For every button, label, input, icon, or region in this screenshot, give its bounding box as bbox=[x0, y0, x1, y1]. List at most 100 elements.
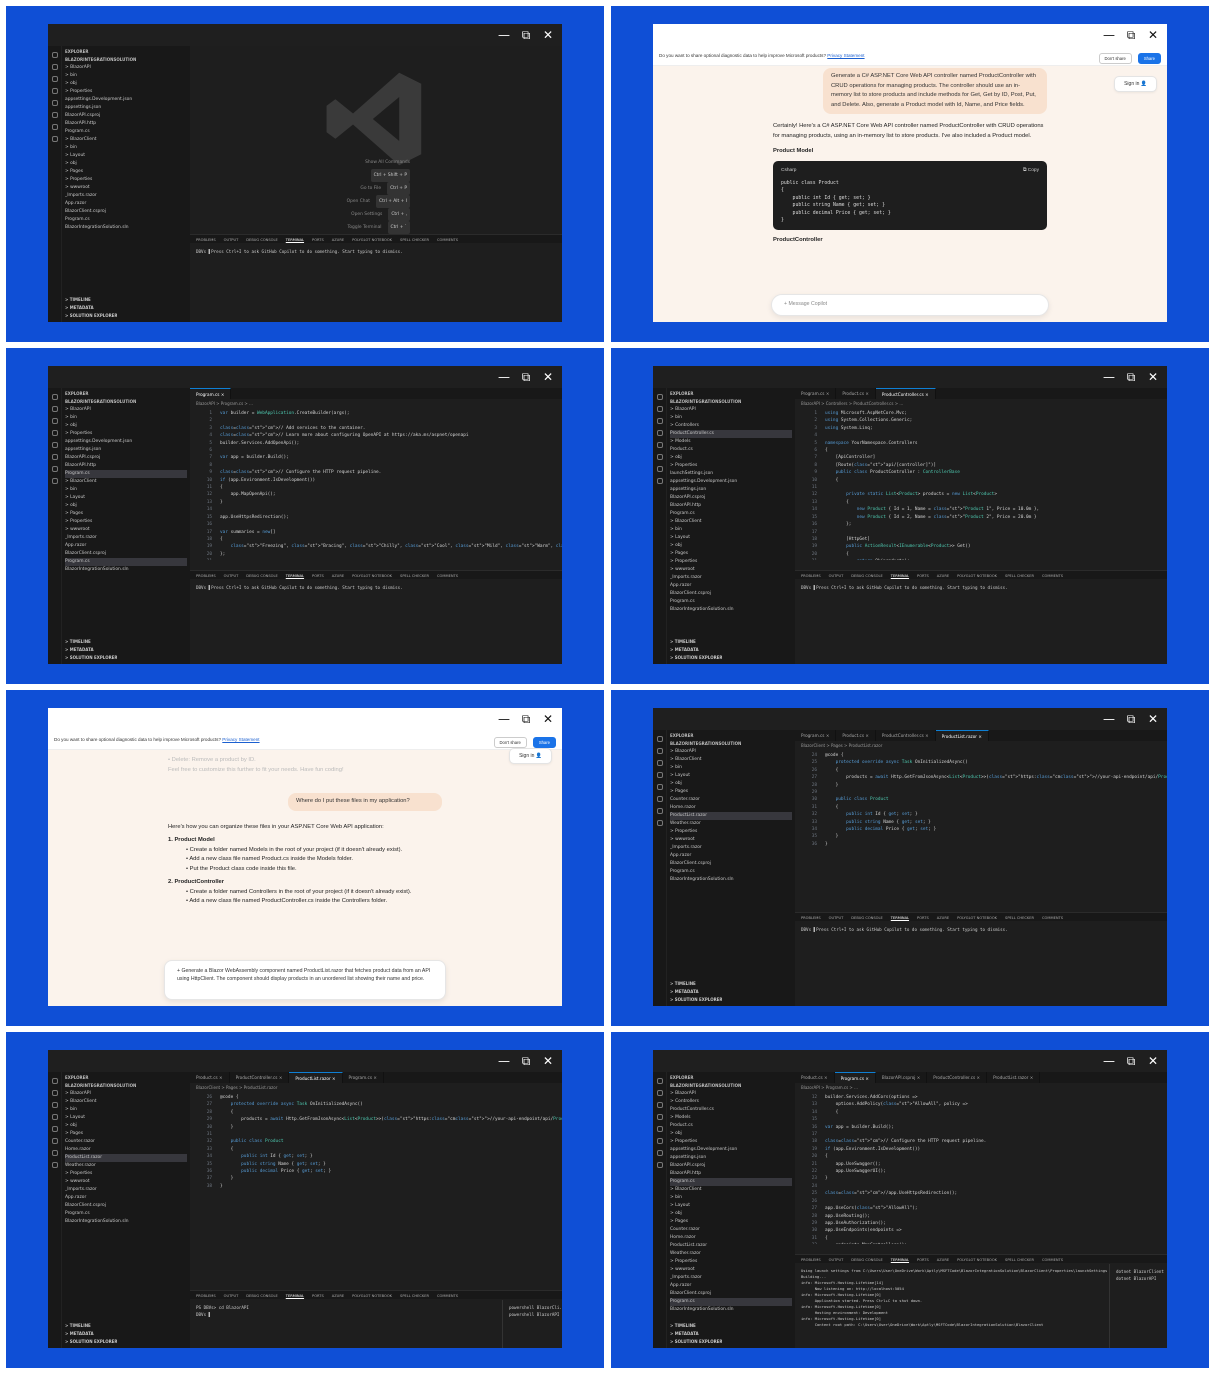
explorer-item[interactable]: appsettings.Development.json bbox=[670, 1146, 792, 1154]
explorer-item[interactable]: Program.cs bbox=[670, 510, 792, 518]
explorer-item[interactable]: ProductController.cs bbox=[670, 1106, 792, 1114]
footer-section[interactable]: > SOLUTION EXPLORER bbox=[65, 312, 117, 320]
explorer-item[interactable]: > bin bbox=[65, 414, 187, 422]
explorer-item[interactable]: > Properties bbox=[670, 1138, 792, 1146]
explorer-item[interactable]: appsettings.json bbox=[670, 486, 792, 494]
footer-section[interactable]: > METADATA bbox=[670, 1330, 722, 1338]
search-icon[interactable] bbox=[656, 1090, 663, 1096]
explorer-item[interactable]: > bin bbox=[65, 72, 187, 80]
restore-button[interactable]: ⧉ bbox=[1125, 28, 1137, 43]
panel-tab[interactable]: DEBUG CONSOLE bbox=[246, 574, 277, 578]
explorer-item[interactable]: > Properties bbox=[670, 462, 792, 470]
explorer-item[interactable]: > Pages bbox=[65, 168, 187, 176]
panel-tab[interactable]: COMMENTS bbox=[1042, 1258, 1063, 1262]
panel-tab[interactable]: COMMENTS bbox=[1042, 916, 1063, 920]
explorer-item[interactable]: BlazorClient.csproj bbox=[65, 208, 187, 216]
panel-tab[interactable]: SPELL CHECKER bbox=[400, 574, 429, 578]
footer-section[interactable]: > SOLUTION EXPLORER bbox=[670, 996, 722, 1004]
explorer-item[interactable]: Program.cs bbox=[65, 558, 187, 566]
explorer-item[interactable]: > Properties bbox=[670, 828, 792, 836]
panel-tab[interactable]: DEBUG CONSOLE bbox=[851, 574, 882, 578]
panel-tab[interactable]: OUTPUT bbox=[829, 1258, 844, 1262]
explorer-item[interactable]: > BlazorClient bbox=[670, 756, 792, 764]
panel-tab[interactable]: AZURE bbox=[937, 574, 949, 578]
sign-in-button[interactable]: Sign in 👤 bbox=[1114, 76, 1157, 92]
editor-tab[interactable]: ProductList.razor × bbox=[289, 1072, 343, 1083]
explorer-item[interactable]: BlazorIntegrationSolution.sln bbox=[65, 224, 187, 232]
restore-button[interactable]: ⧉ bbox=[520, 28, 532, 43]
explorer-item[interactable]: > Properties bbox=[65, 1170, 187, 1178]
testing-icon[interactable] bbox=[51, 1162, 58, 1168]
panel-tab[interactable]: AZURE bbox=[937, 1258, 949, 1262]
explorer-item[interactable]: App.razor bbox=[65, 1194, 187, 1202]
code-editor[interactable]: 1 var builder = WebApplication.CreateBuil… bbox=[190, 410, 562, 560]
explorer-item[interactable]: Weather.razor bbox=[670, 1250, 792, 1258]
code-editor[interactable]: 12 builder.Services.AddCors(options => 13 … bbox=[795, 1094, 1167, 1244]
explorer-item[interactable]: Program.cs bbox=[65, 216, 187, 224]
panel-tab[interactable]: DEBUG CONSOLE bbox=[851, 1258, 882, 1262]
search-icon[interactable] bbox=[51, 64, 58, 70]
testing-icon[interactable] bbox=[51, 478, 58, 484]
panel-tab[interactable]: TERMINAL bbox=[891, 574, 909, 578]
explorer-item[interactable]: > bin bbox=[65, 1106, 187, 1114]
azure-icon[interactable] bbox=[51, 466, 58, 472]
close-button[interactable]: ✕ bbox=[1147, 712, 1159, 726]
explorer-item[interactable]: > Layout bbox=[670, 534, 792, 542]
explorer-icon[interactable] bbox=[51, 52, 58, 58]
editor-tab[interactable]: Program.cs × bbox=[795, 730, 837, 741]
footer-section[interactable]: > TIMELINE bbox=[670, 638, 722, 646]
extensions-icon[interactable] bbox=[51, 1126, 58, 1132]
explorer-item[interactable]: BlazorAPI.http bbox=[65, 120, 187, 128]
editor-tab[interactable]: Product.cs × bbox=[836, 730, 876, 741]
copilot-icon[interactable] bbox=[51, 112, 58, 118]
azure-icon[interactable] bbox=[51, 1150, 58, 1156]
explorer-item[interactable]: > obj bbox=[670, 1130, 792, 1138]
explorer-item[interactable]: > wwwroot bbox=[65, 526, 187, 534]
explorer-item[interactable]: > BlazorClient bbox=[670, 1186, 792, 1194]
explorer-item[interactable]: > Pages bbox=[670, 550, 792, 558]
panel-tab[interactable]: TERMINAL bbox=[891, 916, 909, 920]
explorer-item[interactable]: > obj bbox=[65, 422, 187, 430]
explorer-item[interactable]: BlazorClient.csproj bbox=[670, 590, 792, 598]
explorer-item[interactable]: > Pages bbox=[670, 788, 792, 796]
explorer-item[interactable]: _Imports.razor bbox=[65, 192, 187, 200]
run-icon[interactable] bbox=[51, 88, 58, 94]
restore-button[interactable]: ⧉ bbox=[1125, 712, 1137, 727]
explorer-item[interactable]: Product.cs bbox=[670, 446, 792, 454]
explorer-item[interactable]: > Layout bbox=[670, 1202, 792, 1210]
explorer-item[interactable]: _Imports.razor bbox=[670, 844, 792, 852]
explorer-item[interactable]: App.razor bbox=[65, 200, 187, 208]
explorer-item[interactable]: Product.cs bbox=[670, 1122, 792, 1130]
explorer-item[interactable]: App.razor bbox=[670, 1282, 792, 1290]
explorer-item[interactable]: Program.cs bbox=[65, 128, 187, 136]
panel-tab[interactable]: PORTS bbox=[312, 238, 324, 242]
explorer-item[interactable]: > BlazorAPI bbox=[670, 748, 792, 756]
explorer-item[interactable]: Weather.razor bbox=[670, 820, 792, 828]
panel-tab[interactable]: DEBUG CONSOLE bbox=[246, 238, 277, 242]
panel-tab[interactable]: SPELL CHECKER bbox=[1005, 916, 1034, 920]
panel-tab[interactable]: POLYGLOT NOTEBOOK bbox=[957, 916, 997, 920]
source-control-icon[interactable] bbox=[656, 1102, 663, 1108]
terminal-output[interactable]: Using launch settings from C:\Users\User… bbox=[795, 1264, 1107, 1348]
explorer-item[interactable]: > Controllers bbox=[670, 1098, 792, 1106]
explorer-item[interactable]: Home.razor bbox=[670, 1234, 792, 1242]
run-icon[interactable] bbox=[656, 772, 663, 778]
explorer-item[interactable]: > BlazorClient bbox=[65, 478, 187, 486]
footer-section[interactable]: > METADATA bbox=[670, 646, 722, 654]
extensions-icon[interactable] bbox=[656, 784, 663, 790]
explorer-item[interactable]: > wwwroot bbox=[65, 184, 187, 192]
explorer-item[interactable]: > wwwroot bbox=[670, 1266, 792, 1274]
panel-tab[interactable]: PORTS bbox=[917, 1258, 929, 1262]
panel-tab[interactable]: COMMENTS bbox=[437, 574, 458, 578]
explorer-item[interactable]: > bin bbox=[670, 764, 792, 772]
editor-tab[interactable]: ProductController.cs × bbox=[876, 730, 936, 741]
explorer-item[interactable]: > Models bbox=[670, 1114, 792, 1122]
explorer-item[interactable]: > obj bbox=[65, 80, 187, 88]
panel-tab[interactable]: PORTS bbox=[312, 1294, 324, 1298]
explorer-item[interactable]: ProductList.razor bbox=[670, 812, 792, 820]
explorer-item[interactable]: appsettings.json bbox=[65, 446, 187, 454]
source-control-icon[interactable] bbox=[51, 76, 58, 82]
explorer-item[interactable]: > obj bbox=[65, 502, 187, 510]
explorer-item[interactable]: appsettings.json bbox=[65, 104, 187, 112]
explorer-item[interactable]: > Properties bbox=[670, 558, 792, 566]
